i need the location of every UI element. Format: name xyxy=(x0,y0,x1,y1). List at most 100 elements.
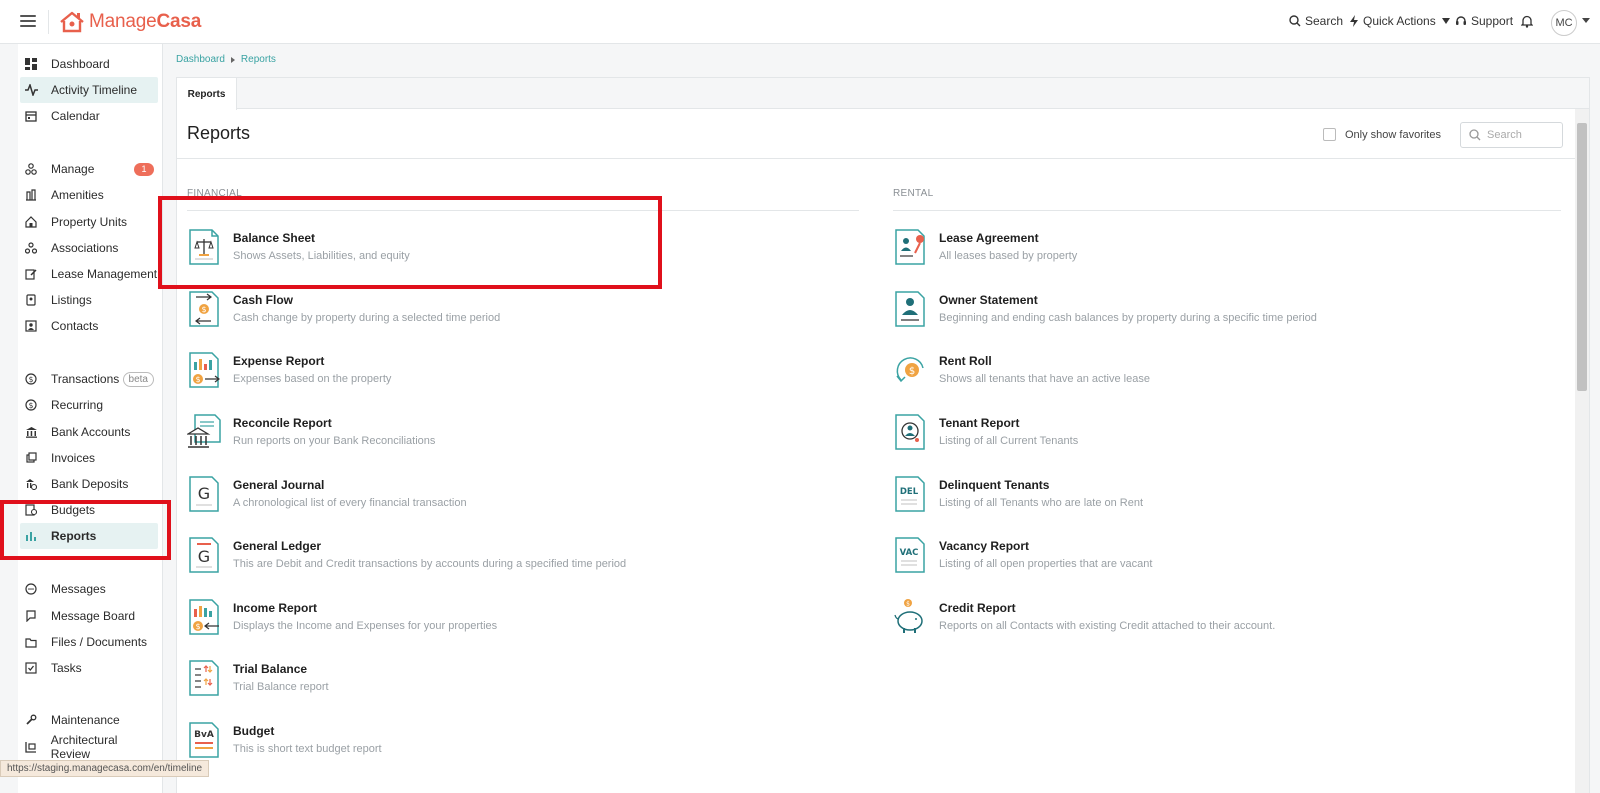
sidebar-item-files-documents[interactable]: Files / Documents xyxy=(20,629,158,655)
svg-text:$: $ xyxy=(29,375,34,384)
svg-text:DEL: DEL xyxy=(900,487,919,497)
report-name: Cash Flow xyxy=(233,293,294,307)
scrollbar-thumb[interactable] xyxy=(1577,123,1587,391)
svg-text:$: $ xyxy=(29,401,34,410)
sidebar-label: Architectural Review xyxy=(50,733,118,761)
topbar-search-button[interactable]: Search xyxy=(1289,14,1343,28)
svg-text:$: $ xyxy=(201,305,206,314)
report-general-journal[interactable]: G General Journal A chronological list of… xyxy=(187,474,467,524)
hamburger-menu-icon[interactable] xyxy=(20,13,36,29)
quick-actions-button[interactable]: Quick Actions xyxy=(1349,14,1450,28)
report-desc: Beginning and ending cash balances by pr… xyxy=(939,312,1317,324)
sidebar-item-calendar[interactable]: Calendar xyxy=(20,103,158,129)
report-vacancy-report[interactable]: VAC Vacancy Report Listing of all open pr… xyxy=(893,535,1152,585)
sidebar-item-bank-accounts[interactable]: Bank Accounts xyxy=(20,419,158,445)
svg-text:BvA: BvA xyxy=(194,730,214,740)
svg-text:VAC: VAC xyxy=(900,548,919,558)
avatar-caret-icon[interactable] xyxy=(1582,18,1590,23)
sidebar-item-manage[interactable]: Manage 1 xyxy=(20,156,158,182)
general-ledger-icon: G xyxy=(189,537,219,573)
sidebar-item-property-units[interactable]: Property Units xyxy=(20,209,158,235)
sidebar-label: Bank Accounts xyxy=(51,425,131,439)
report-income-report[interactable]: $ Income Report Displays the Income and E… xyxy=(187,597,497,647)
svg-text:$: $ xyxy=(195,375,200,384)
breadcrumb-caret-icon xyxy=(230,56,235,63)
report-name: Reconcile Report xyxy=(233,416,332,430)
status-url-text: https://staging.managecasa.com/en/timeli… xyxy=(7,763,203,774)
sidebar-item-tasks[interactable]: Tasks xyxy=(20,655,158,681)
sidebar-item-associations[interactable]: Associations xyxy=(20,235,158,261)
report-credit-report[interactable]: $ Credit Report Reports on all Contacts w… xyxy=(893,597,1275,647)
delinquent-icon: DEL xyxy=(895,476,925,512)
report-desc: A chronological list of every financial … xyxy=(233,497,467,509)
logo-text: ManageCasa xyxy=(89,11,202,32)
chat-bubble-icon xyxy=(24,582,38,596)
report-name: Expense Report xyxy=(233,354,325,368)
report-budget[interactable]: BvA Budget This is short text budget repo… xyxy=(187,720,382,770)
notifications-button[interactable] xyxy=(1521,15,1537,28)
report-delinquent-tenants[interactable]: DEL Delinquent Tenants Listing of all Ten… xyxy=(893,474,1143,524)
search-icon xyxy=(1469,129,1481,141)
contacts-icon xyxy=(24,319,38,333)
sidebar-item-amenities[interactable]: Amenities xyxy=(20,182,158,208)
section-title-rental: RENTAL xyxy=(893,188,934,199)
report-trial-balance[interactable]: Trial Balance Trial Balance report xyxy=(187,658,329,708)
svg-text:$: $ xyxy=(906,601,910,608)
avatar-initials: MC xyxy=(1555,17,1573,29)
sidebar-item-architectural-review[interactable]: Architectural Review xyxy=(20,733,158,761)
tab-reports[interactable]: Reports xyxy=(177,78,237,110)
sidebar-item-bank-deposits[interactable]: Bank Deposits xyxy=(20,471,158,497)
task-check-icon xyxy=(24,661,38,675)
sidebar: Dashboard Activity Timeline Calendar Man… xyxy=(18,44,163,793)
report-expense-report[interactable]: $ Expense Report Expenses based on the pr… xyxy=(187,350,391,400)
sidebar-item-recurring[interactable]: $ Recurring xyxy=(20,392,158,418)
sidebar-item-activity-timeline[interactable]: Activity Timeline xyxy=(20,77,158,103)
sidebar-item-transactions[interactable]: $ Transactions beta xyxy=(20,366,158,392)
report-reconcile-report[interactable]: Reconcile Report Run reports on your Bank… xyxy=(187,412,435,462)
sidebar-label: Maintenance xyxy=(51,713,120,727)
support-button[interactable]: Support xyxy=(1455,14,1513,28)
app-logo[interactable]: ManageCasa xyxy=(59,8,201,36)
cash-flow-icon: $ xyxy=(189,291,219,327)
sidebar-item-message-board[interactable]: Message Board xyxy=(20,603,158,629)
sidebar-item-listings[interactable]: Listings xyxy=(20,287,158,313)
sidebar-item-messages[interactable]: Messages xyxy=(20,576,158,602)
sidebar-label: Property Units xyxy=(51,215,128,229)
report-rent-roll[interactable]: $ Rent Roll Shows all tenants that have a… xyxy=(893,350,1150,400)
lease-edit-icon xyxy=(24,267,38,281)
beta-badge: beta xyxy=(122,371,154,387)
favorites-filter[interactable]: Only show favorites xyxy=(1323,128,1441,141)
report-name: Vacancy Report xyxy=(939,539,1030,553)
sidebar-item-invoices[interactable]: Invoices xyxy=(20,445,158,471)
report-general-ledger[interactable]: G General Ledger This are Debit and Credi… xyxy=(187,535,626,585)
breadcrumb: Dashboard Reports xyxy=(176,54,276,65)
sidebar-label: Files / Documents xyxy=(51,635,148,649)
tab-reports-label: Reports xyxy=(187,88,226,100)
report-tenant-report[interactable]: Tenant Report Listing of all Current Tena… xyxy=(893,412,1078,462)
bank-reconcile-icon xyxy=(187,414,221,448)
scrollbar[interactable] xyxy=(1575,109,1589,793)
sidebar-item-maintenance[interactable]: Maintenance xyxy=(20,707,158,733)
report-cash-flow[interactable]: $ Cash Flow Cash change by property durin… xyxy=(187,289,500,339)
sidebar-item-contacts[interactable]: Contacts xyxy=(20,313,158,339)
sidebar-label: Lease Management xyxy=(51,267,158,281)
only-favorites-checkbox[interactable] xyxy=(1323,128,1336,141)
breadcrumb-current[interactable]: Reports xyxy=(241,54,276,65)
pulse-icon xyxy=(24,83,38,97)
sidebar-item-lease-management[interactable]: Lease Management xyxy=(20,261,158,287)
report-owner-statement[interactable]: Owner Statement Beginning and ending cash… xyxy=(893,289,1317,339)
highlight-box-balance-sheet xyxy=(158,196,662,289)
report-desc: Listing of all Current Tenants xyxy=(939,435,1079,447)
calendar-icon xyxy=(24,109,38,123)
reports-search-input[interactable] xyxy=(1487,129,1557,141)
vacancy-icon: VAC xyxy=(895,537,925,573)
avatar[interactable]: MC xyxy=(1551,10,1577,36)
breadcrumb-dashboard-link[interactable]: Dashboard xyxy=(176,54,225,65)
report-name: Tenant Report xyxy=(939,416,1020,430)
report-lease-agreement[interactable]: Lease Agreement All leases based by prope… xyxy=(893,227,1077,277)
listings-icon xyxy=(24,293,38,307)
reports-search[interactable] xyxy=(1460,122,1563,148)
sidebar-item-dashboard[interactable]: Dashboard xyxy=(20,51,158,77)
top-bar: ManageCasa Search Quick Actions Support … xyxy=(0,0,1600,44)
message-board-icon xyxy=(24,609,38,623)
